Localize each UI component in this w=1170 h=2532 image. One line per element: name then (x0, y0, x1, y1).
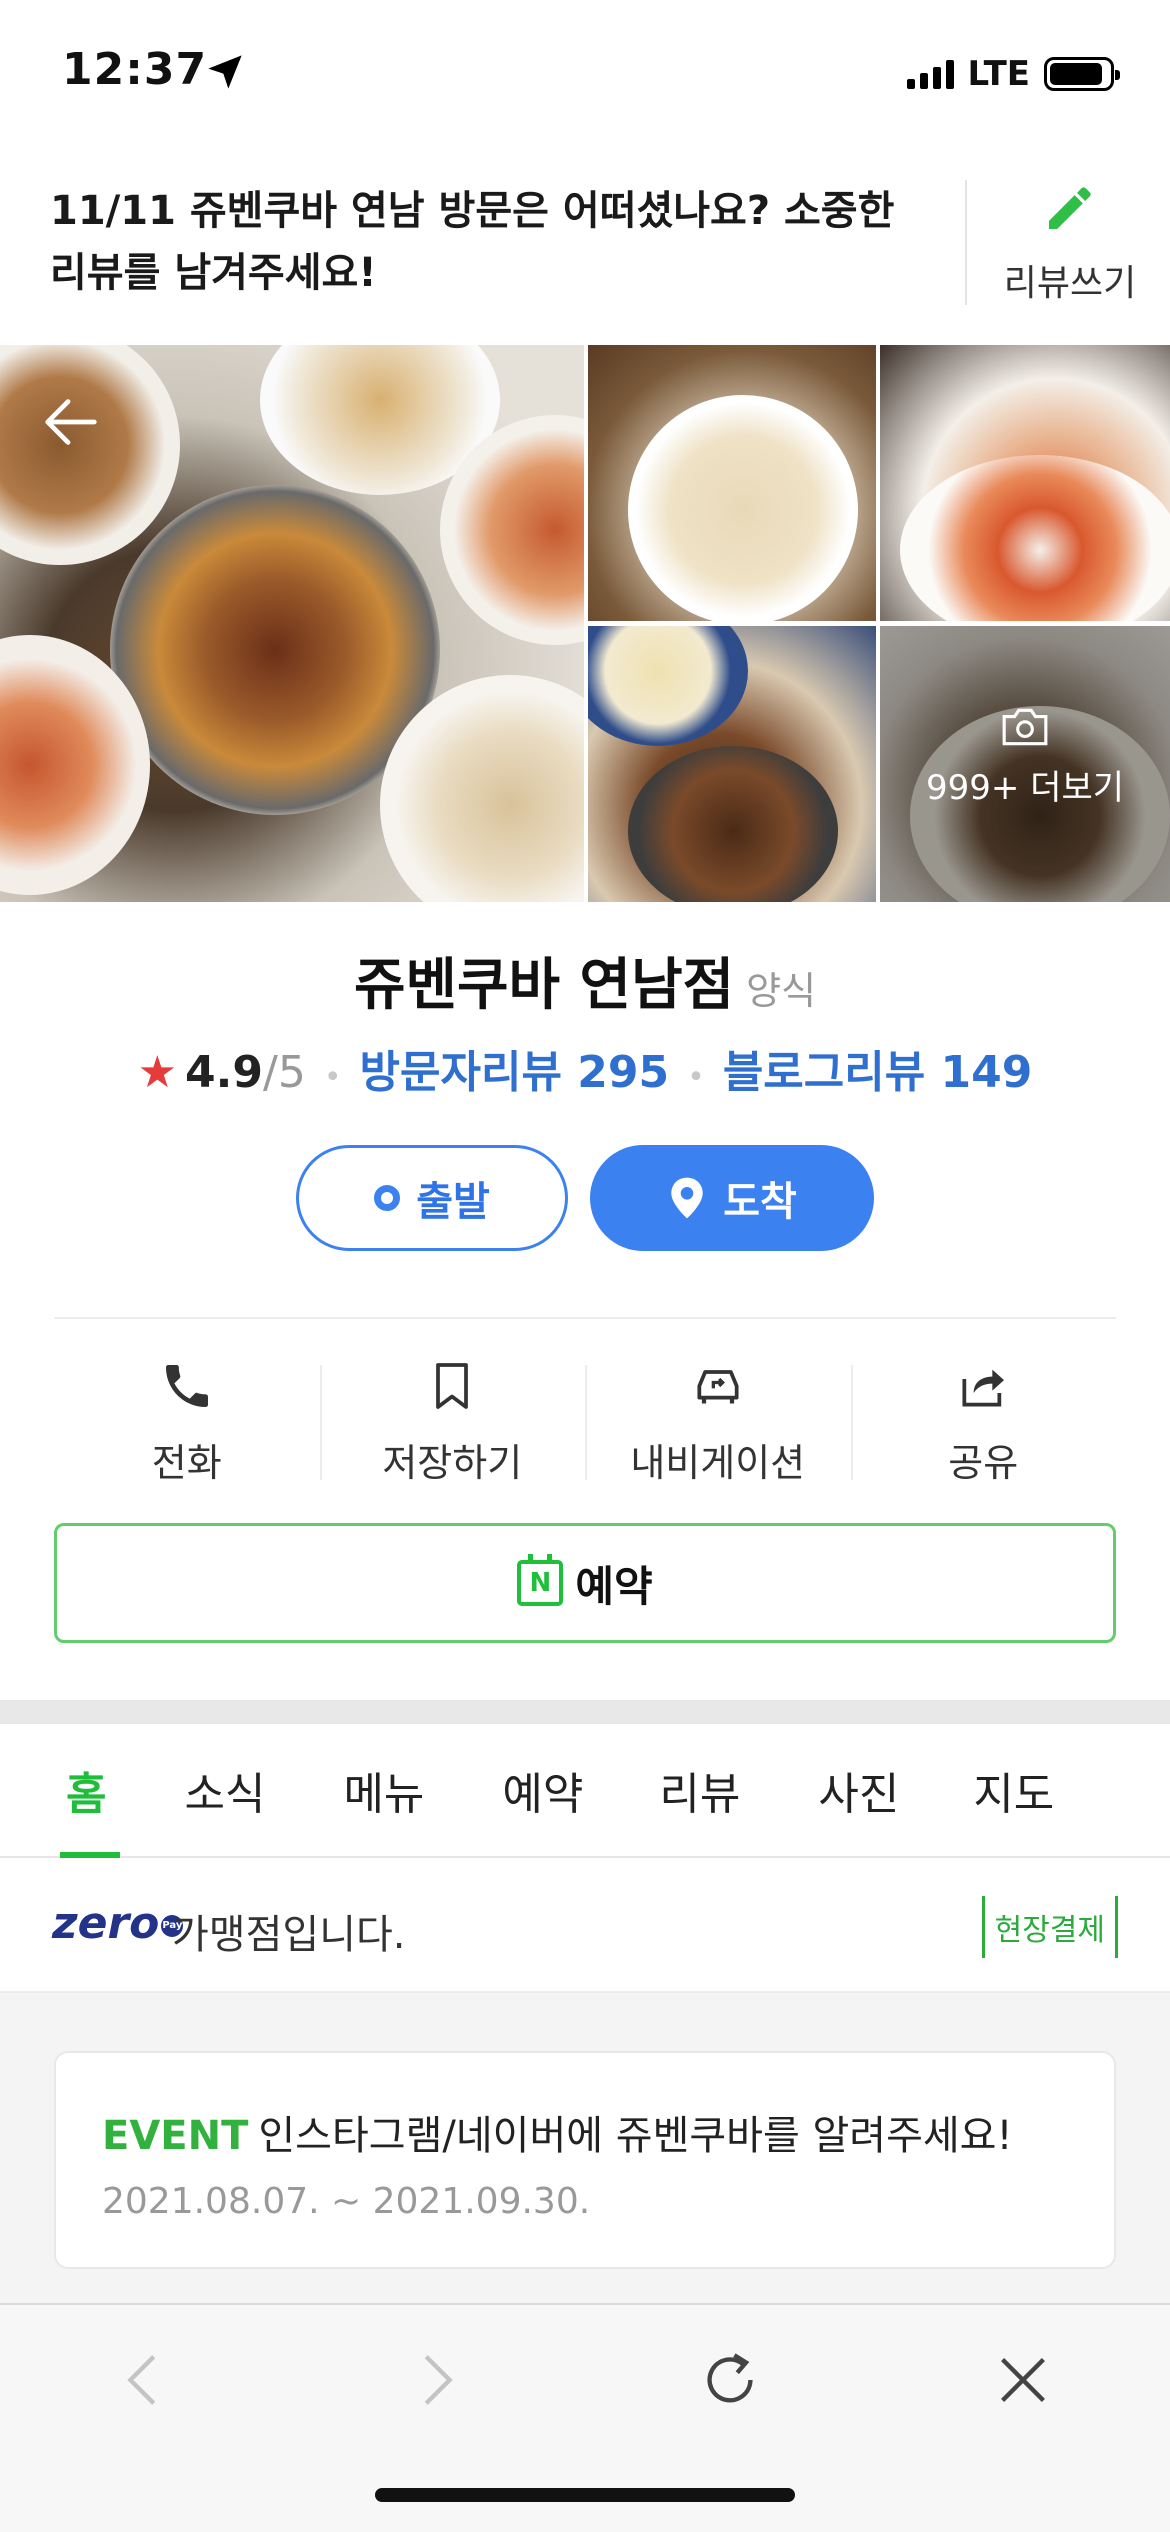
arrive-button[interactable]: 도착 (590, 1145, 874, 1251)
map-pin-icon (671, 1177, 703, 1219)
tab-bar: 홈 소식 메뉴 예약 리뷰 사진 지도 (0, 1724, 1170, 1858)
tab-map[interactable]: 지도 (945, 1724, 1054, 1856)
zeropay-row: zero Pay 가맹점입니다. 현장결제 (0, 1858, 1170, 1993)
origin-dot-icon (374, 1185, 401, 1211)
more-photos-label: 999+ 더보기 (925, 768, 1125, 808)
reserve-button[interactable]: N 예약 (54, 1523, 1116, 1643)
write-review-label: 리뷰쓰기 (1003, 263, 1137, 304)
write-review-button[interactable]: 리뷰쓰기 (985, 180, 1155, 310)
network-label: LTE (967, 54, 1030, 94)
onsite-payment-badge: 현장결제 (981, 1896, 1118, 1958)
tab-home[interactable]: 홈 (0, 1724, 154, 1858)
tab-news[interactable]: 소식 (154, 1724, 307, 1856)
share-label: 공유 (948, 1441, 1019, 1485)
battery-icon (1044, 57, 1120, 91)
refresh-icon[interactable] (695, 2345, 765, 2415)
photo-thumbnail[interactable]: 999+ 더보기 (880, 626, 1170, 902)
tab-reviews[interactable]: 리뷰 (627, 1724, 786, 1856)
navigation-button[interactable]: 내비게이션 (585, 1350, 851, 1490)
camera-icon (1002, 708, 1048, 746)
depart-button[interactable]: 출발 (296, 1145, 568, 1251)
event-title-row: EVENT 인스타그램/네이버에 쥬벤쿠바를 알려주세요! (102, 2103, 1013, 2161)
bookmark-icon (436, 1363, 469, 1409)
rating-max: /5 (263, 1047, 306, 1098)
back-arrow-icon[interactable] (36, 387, 106, 457)
event-date: 2021.08.07. ~ 2021.09.30. (102, 2181, 591, 2222)
action-row: 전화 저장하기 내비게이션 공유 (54, 1350, 1116, 1490)
place-name: 쥬벤쿠바 연남점 (353, 953, 735, 1018)
event-tag: EVENT (102, 2113, 249, 2159)
event-title: 인스타그램/네이버에 쥬벤쿠바를 알려주세요! (258, 2113, 1013, 2159)
more-photos-button[interactable]: 999+ 더보기 (880, 706, 1170, 809)
photo-thumbnail[interactable] (588, 626, 876, 902)
event-card[interactable]: EVENT 인스타그램/네이버에 쥬벤쿠바를 알려주세요! 2021.08.07.… (54, 2051, 1116, 2269)
status-indicators: LTE (906, 54, 1120, 94)
forward-chevron-icon[interactable] (400, 2345, 470, 2415)
review-prompt-banner: 11/11 쥬벤쿠바 연남 방문은 어떠셨나요? 소중한 리뷰를 남겨주세요! … (0, 150, 1170, 345)
home-indicator (375, 2488, 795, 2502)
share-button[interactable]: 공유 (850, 1350, 1117, 1490)
save-button[interactable]: 저장하기 (319, 1350, 586, 1490)
route-buttons: 출발 도착 (0, 1145, 1170, 1251)
dot-separator: • (323, 1060, 342, 1095)
rating-value: 4.9 (185, 1047, 263, 1098)
navigation-label: 내비게이션 (630, 1441, 806, 1485)
status-time: 12:37 (62, 44, 208, 95)
call-label: 전화 (151, 1441, 222, 1485)
section-gap (0, 1700, 1170, 1724)
photo-thumbnail[interactable] (588, 345, 876, 621)
back-chevron-icon[interactable] (110, 2345, 180, 2415)
status-bar: 12:37 LTE (0, 0, 1170, 150)
arrive-label: 도착 (723, 1179, 797, 1225)
close-icon[interactable] (988, 2345, 1058, 2415)
depart-label: 출발 (416, 1179, 490, 1225)
photo-thumbnail[interactable] (880, 345, 1170, 621)
location-arrow-icon (208, 55, 242, 89)
tab-reservation[interactable]: 예약 (466, 1724, 627, 1856)
blog-reviews-link[interactable]: 블로그리뷰 149 (723, 1036, 1033, 1100)
phone-icon (165, 1365, 208, 1407)
content-area: EVENT 인스타그램/네이버에 쥬벤쿠바를 알려주세요! 2021.08.07.… (0, 1993, 1170, 2303)
signal-icon (906, 59, 954, 89)
zeropay-logo-text: zero (52, 1898, 160, 1949)
rating-row: ★ 4.9 /5 • 방문자리뷰 295 • 블로그리뷰 149 (0, 1036, 1170, 1100)
visitor-reviews-link[interactable]: 방문자리뷰 295 (360, 1036, 670, 1100)
place-header: 쥬벤쿠바 연남점 양식 (0, 940, 1170, 1021)
dot-separator: • (687, 1060, 705, 1095)
tab-photos[interactable]: 사진 (786, 1724, 945, 1856)
divider (54, 1317, 1116, 1319)
car-navigation-icon (697, 1370, 739, 1404)
photo-main[interactable] (0, 345, 584, 902)
naver-calendar-icon: N (517, 1554, 564, 1606)
tab-menu[interactable]: 메뉴 (307, 1724, 466, 1856)
save-label: 저장하기 (382, 1441, 523, 1485)
reserve-label: 예약 (575, 1561, 653, 1611)
share-icon (962, 1369, 1005, 1407)
divider (965, 180, 967, 305)
zeropay-logo: zero Pay (52, 1898, 184, 1949)
review-prompt-text: 11/11 쥬벤쿠바 연남 방문은 어떠셨나요? 소중한 리뷰를 남겨주세요! (50, 188, 895, 296)
star-icon: ★ (137, 1047, 178, 1098)
photo-gallery: 999+ 더보기 (0, 345, 1170, 902)
place-category: 양식 (746, 969, 817, 1013)
zeropay-text: 가맹점입니다. (172, 1912, 406, 1958)
call-button[interactable]: 전화 (54, 1350, 320, 1490)
pencil-icon (1049, 187, 1091, 229)
